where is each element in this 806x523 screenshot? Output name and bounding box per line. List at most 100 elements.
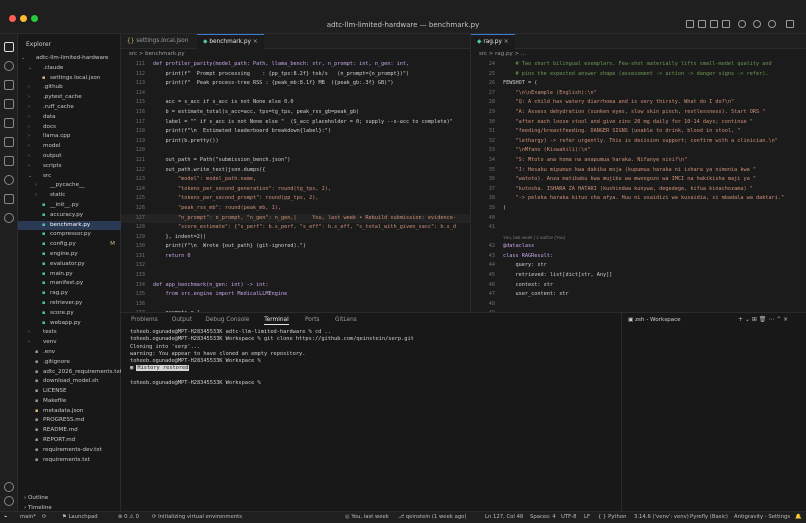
tree-folder[interactable]: › static	[18, 191, 121, 201]
code-editor[interactable]: 24 # Two short bilingual exemplars. Few-…	[471, 60, 806, 312]
notifications-bell-icon[interactable]: 🔔	[795, 514, 802, 520]
extensions-icon[interactable]	[4, 118, 14, 128]
tree-file[interactable]: ▪ __init__.py	[18, 201, 121, 211]
panel-tab-output[interactable]: Output	[172, 317, 192, 323]
tree-file[interactable]: ▪ .gitignore	[18, 358, 121, 368]
tree-file[interactable]: ▪ score.py	[18, 309, 121, 319]
tree-file[interactable]: ▪ accuracy.py	[18, 211, 121, 221]
tree-folder[interactable]: › output	[18, 152, 121, 162]
git-blame-status[interactable]: ◎ You, last week	[345, 514, 389, 520]
tree-file[interactable]: ▪ REPORT.md	[18, 436, 121, 446]
explorer-icon[interactable]	[4, 42, 14, 52]
eol[interactable]: LF	[584, 514, 590, 520]
tree-file[interactable]: ▪ requirements-dev.txt	[18, 446, 121, 456]
breadcrumb[interactable]: src > benchmark.py	[129, 51, 185, 57]
cursor-position[interactable]: Ln 127, Col 48	[485, 514, 523, 520]
panel-tab-debug-console[interactable]: Debug Console	[205, 317, 249, 323]
language-mode[interactable]: { } Python	[598, 514, 626, 520]
tree-file[interactable]: ▪ engine.py	[18, 250, 121, 260]
gitlens-icon[interactable]	[4, 175, 14, 185]
copilot-icon[interactable]	[753, 20, 761, 28]
code-text: "\n\nExample (English):\n"	[503, 89, 597, 96]
encoding[interactable]: UTF-8	[561, 514, 576, 520]
toggle-sidebar-icon[interactable]	[698, 20, 706, 28]
panel-tab-problems[interactable]: Problems	[131, 317, 158, 323]
tree-folder[interactable]: › venv	[18, 338, 121, 348]
run-debug-icon[interactable]	[4, 99, 14, 109]
tree-folder[interactable]: ⌄ .claude	[18, 64, 121, 74]
python-interpreter[interactable]: 3.14.6 ('venv': venv)	[634, 514, 689, 520]
codelens-blame[interactable]: You, last week | 1 author (You)	[471, 233, 806, 243]
tree-file[interactable]: ▪ .env	[18, 348, 121, 358]
toggle-secondary-sidebar-icon[interactable]	[722, 20, 730, 28]
tree-folder[interactable]: › scripts	[18, 162, 121, 172]
tree-folder[interactable]: › llama.cpp	[18, 132, 121, 142]
tree-folder[interactable]: ⌄ adtc-llm-limited-hardware	[18, 54, 121, 64]
indentation[interactable]: Spaces: 4	[530, 514, 556, 520]
sync-icon[interactable]: ⟳	[42, 514, 46, 520]
tree-folder[interactable]: ⌄ src	[18, 172, 121, 182]
tree-file[interactable]: ▪ download_model.sh	[18, 377, 121, 387]
remote-explorer-icon[interactable]	[4, 137, 14, 147]
tab-rag-py[interactable]: ◆ rag.py ×	[471, 34, 515, 49]
pyrefly-status[interactable]: Pyrefly (Basic)	[690, 514, 728, 520]
tree-file[interactable]: ▪ benchmark.py	[18, 220, 121, 231]
venv-status: ⟳ Initializing virtual environments	[152, 514, 243, 520]
tree-file[interactable]: ▪ settings.local.json	[18, 74, 121, 84]
tree-file[interactable]: ▪ manifest.py	[18, 279, 121, 289]
tree-file[interactable]: ▪ rag.py	[18, 289, 121, 299]
tree-file[interactable]: ▪ main.py	[18, 270, 121, 280]
account-icon[interactable]	[4, 482, 14, 492]
terminal-instance-label[interactable]: ▣ zsh - Workspace	[628, 317, 681, 323]
launchpad-item[interactable]: ⚑ Launchpad	[62, 514, 98, 520]
panel-tab-ports[interactable]: Ports	[305, 317, 320, 323]
tree-file[interactable]: ▪ compressor.py	[18, 230, 121, 240]
chevron-down-icon[interactable]	[786, 20, 794, 28]
code-editor[interactable]: 111 def profiler_parity(model_path: Path,…	[121, 60, 470, 312]
breadcrumb[interactable]: src > rag.py > ...	[479, 51, 526, 57]
tree-file[interactable]: ▪ metadata.json	[18, 407, 121, 417]
tree-file[interactable]: ▪ webapp.py	[18, 319, 121, 329]
tree-folder[interactable]: › data	[18, 113, 121, 123]
tree-file[interactable]: ▪ PROGRESS.md	[18, 416, 121, 426]
antigravity-settings[interactable]: Antigravity - Settings	[734, 514, 790, 520]
tab-benchmark-py[interactable]: ◆ benchmark.py ×	[197, 34, 264, 49]
outline-section[interactable]: › Outline	[24, 495, 48, 501]
tree-file[interactable]: ▪ LICENSE	[18, 387, 121, 397]
tree-file[interactable]: ▪ evaluator.py	[18, 260, 121, 270]
github-icon[interactable]	[4, 213, 14, 223]
tree-folder[interactable]: › __pycache__	[18, 181, 121, 191]
settings-gear-icon[interactable]	[768, 20, 776, 28]
source-control-icon[interactable]	[4, 80, 14, 90]
tree-folder[interactable]: › tests	[18, 328, 121, 338]
gitlens-author[interactable]: ⎇ qeinstein (1 week ago)	[398, 514, 467, 520]
panel-tab-terminal[interactable]: Terminal	[264, 317, 289, 325]
tab-settings-local-json[interactable]: {} settings.local.json	[121, 34, 194, 49]
terminal-output[interactable]: toheeb.ogunade@MPT-H28345533K adtc-llm-l…	[130, 329, 610, 387]
tree-file[interactable]: ▪ retriever.py	[18, 299, 121, 309]
layout-icon[interactable]	[686, 20, 694, 28]
remote-indicator[interactable]: ⌁	[4, 514, 7, 520]
docker-icon[interactable]	[4, 194, 14, 204]
manage-gear-icon[interactable]	[4, 496, 14, 506]
tree-file[interactable]: ▪ config.py M	[18, 240, 121, 250]
branch-indicator[interactable]: main*	[20, 514, 36, 520]
tree-folder[interactable]: › model	[18, 142, 121, 152]
problems-indicator[interactable]: ⊗ 0 ⚠ 0	[118, 514, 139, 520]
tree-file[interactable]: ▪ adtc_2026_requirements.txt	[18, 368, 121, 378]
toggle-panel-icon[interactable]	[710, 20, 718, 28]
file-icon: ▪	[42, 290, 46, 297]
tree-folder[interactable]: › .github	[18, 83, 121, 93]
panel-tab-gitlens[interactable]: GitLens	[335, 317, 357, 323]
terminal-actions[interactable]: + ⌄ ⊞ 🗑 ⋯ ⌃ ×	[738, 316, 788, 323]
tree-folder[interactable]: › docs	[18, 123, 121, 133]
tree-file[interactable]: ▪ README.md	[18, 426, 121, 436]
tree-file[interactable]: ▪ Makefile	[18, 397, 121, 407]
account-icon[interactable]	[738, 20, 746, 28]
tree-file[interactable]: ▪ requirements.txt	[18, 456, 121, 466]
tree-folder[interactable]: › .ruff_cache	[18, 103, 121, 113]
search-icon[interactable]	[4, 61, 14, 71]
testing-icon[interactable]	[4, 156, 14, 166]
code-text: return 0	[153, 252, 191, 259]
tree-folder[interactable]: › .pytest_cache	[18, 93, 121, 103]
